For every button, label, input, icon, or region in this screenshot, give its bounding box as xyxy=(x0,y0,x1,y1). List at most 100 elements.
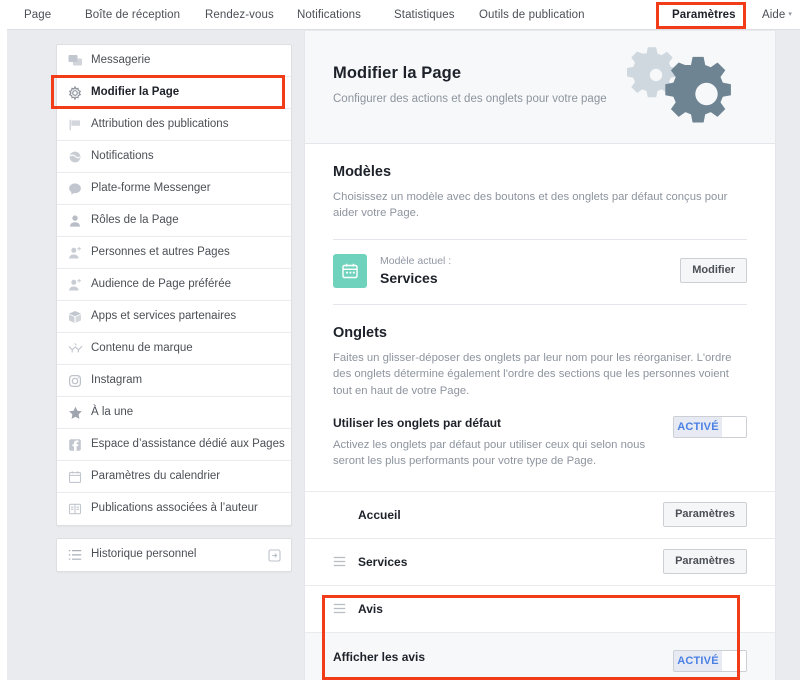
sidebar-item-label: Modifier la Page xyxy=(91,85,180,98)
nav-item-notifications[interactable]: Notifications xyxy=(297,0,361,30)
sidebar-item-espace-d-assistance-dedie-aux-pages[interactable]: Espace d’assistance dédié aux Pages xyxy=(57,429,291,461)
sidebar-item-notifications[interactable]: Notifications xyxy=(57,141,291,173)
templates-section: Modèles Choisissez un modèle avec des bo… xyxy=(305,144,775,222)
sidebar-item-label: Publications associées à l’auteur xyxy=(91,502,258,515)
nav-item-label: Statistiques xyxy=(394,9,455,21)
sidebar-item-apps-et-services-partenaires[interactable]: Apps et services partenaires xyxy=(57,301,291,333)
edit-template-button[interactable]: Modifier xyxy=(680,258,747,284)
app-root: Page Boîte de réception Rendez-vous Notific… xyxy=(0,0,800,680)
current-template-name: Services xyxy=(380,270,438,287)
box-icon xyxy=(67,309,83,325)
sidebar-item-label: Rôles de la Page xyxy=(91,213,179,226)
sidebar-item-label: Paramètres du calendrier xyxy=(91,469,221,482)
messaging-icon xyxy=(67,53,83,69)
tabs-title: Onglets xyxy=(333,324,387,341)
globe-icon xyxy=(67,149,83,165)
tabs-description: Faites un glisser-déposer des onglets pa… xyxy=(333,351,732,397)
sidebar-item-label: Messagerie xyxy=(91,53,151,66)
sidebar-item-label: Apps et services partenaires xyxy=(91,309,237,322)
main-content-panel: Modifier la Page Configurer des actions … xyxy=(304,31,776,680)
show-reviews-toggle[interactable]: ACTIVÉ xyxy=(673,649,747,672)
gear-icon xyxy=(67,85,83,101)
show-reviews-text: Afficher les avis xyxy=(333,650,659,664)
person-plus-icon xyxy=(67,245,83,261)
external-link-icon[interactable] xyxy=(267,548,281,562)
sidebar-item-label: Audience de Page préférée xyxy=(91,277,232,290)
show-reviews-setting-row: Afficher les avis ACTIVÉ xyxy=(305,649,775,672)
tab-row-services[interactable]: Services Paramètres xyxy=(305,537,775,585)
default-tabs-toggle-knob[interactable] xyxy=(722,416,746,437)
calendar-icon xyxy=(67,469,83,485)
default-tabs-setting-row: Utiliser les onglets par défaut Activez … xyxy=(305,415,775,470)
default-tabs-toggle-state: ACTIVÉ xyxy=(674,416,722,437)
drag-handle-icon[interactable] xyxy=(333,555,346,568)
chevron-down-icon: ▾ xyxy=(788,11,793,18)
current-template-text: Modèle actuel : Services xyxy=(380,255,451,286)
templates-description: Choisissez un modèle avec des boutons et… xyxy=(333,191,728,220)
tab-row-accueil[interactable]: Accueil Paramètres xyxy=(305,490,775,538)
sidebar-item-modifier-la-page[interactable]: Modifier la Page xyxy=(57,77,291,109)
current-template-row: Modèle actuel : Services Modifier xyxy=(305,240,775,304)
person-icon xyxy=(67,213,83,229)
tab-name-avis: Avis xyxy=(358,601,383,616)
sidebar-item-publications-associees-a-l-auteur[interactable]: Publications associées à l’auteur xyxy=(57,493,291,525)
tab-row-avis[interactable]: Avis xyxy=(305,584,775,632)
flag-icon xyxy=(67,117,83,133)
sidebar-item-label: Personnes et autres Pages xyxy=(91,245,230,258)
current-template-kicker: Modèle actuel : xyxy=(380,255,452,268)
nav-item-aide[interactable]: Aide ▾ xyxy=(762,0,792,30)
person-plus-icon xyxy=(67,277,83,293)
settings-sidebar: Messagerie Modifier la Page Attribution de… xyxy=(56,44,292,572)
show-reviews-toggle-knob[interactable] xyxy=(722,650,746,671)
sidebar-item-label: À la une xyxy=(91,405,134,418)
nav-item-label: Boîte de réception xyxy=(85,9,181,21)
page-header: Modifier la Page Configurer des actions … xyxy=(305,31,775,144)
sidebar-item-label: Espace d’assistance dédié aux Pages xyxy=(91,437,285,450)
gears-illustration-icon xyxy=(597,37,747,143)
sidebar-group-secondary: Historique personnel xyxy=(56,538,292,572)
sidebar-item-parametres-du-calendrier[interactable]: Paramètres du calendrier xyxy=(57,461,291,493)
facebook-icon xyxy=(67,437,83,453)
default-tabs-toggle[interactable]: ACTIVÉ xyxy=(673,415,747,438)
default-tabs-toggle-wrap: ACTIVÉ xyxy=(659,415,747,438)
drag-handle-icon[interactable] xyxy=(333,602,346,615)
tab-settings-button-accueil[interactable]: Paramètres xyxy=(663,502,747,528)
sidebar-item-roles-de-la-page[interactable]: Rôles de la Page xyxy=(57,205,291,237)
tab-settings-button-services[interactable]: Paramètres xyxy=(663,549,747,575)
tab-name-services: Services xyxy=(358,554,408,569)
tab-name-accueil: Accueil xyxy=(358,507,401,522)
default-tabs-description: Activez les onglets par défaut pour util… xyxy=(333,438,646,468)
sidebar-item-personnes-et-autres-pages[interactable]: Personnes et autres Pages xyxy=(57,237,291,269)
nav-item-statistiques[interactable]: Statistiques xyxy=(394,0,455,30)
nav-item-param-tres[interactable]: Paramètres xyxy=(672,0,736,30)
default-tabs-label: Utiliser les onglets par défaut xyxy=(333,415,502,430)
avis-settings-panel: Afficher les avis ACTIVÉ xyxy=(305,631,775,680)
templates-title: Modèles xyxy=(333,164,392,180)
nav-item-page[interactable]: Page xyxy=(24,0,51,30)
nav-item-outils-de-publication[interactable]: Outils de publication xyxy=(479,0,585,30)
nav-item-bo-te-de-r-ception[interactable]: Boîte de réception xyxy=(85,0,180,30)
sidebar-item-messagerie[interactable]: Messagerie xyxy=(57,45,291,77)
show-reviews-toggle-wrap: ACTIVÉ xyxy=(659,649,747,672)
sidebar-item-plate-forme-messenger[interactable]: Plate-forme Messenger xyxy=(57,173,291,205)
tabs-section: Onglets Faites un glisser-déposer des on… xyxy=(305,305,775,399)
sidebar-item-label: Contenu de marque xyxy=(91,341,193,354)
sidebar-item-label: Historique personnel xyxy=(91,548,197,561)
nav-item-label: Aide xyxy=(762,9,786,22)
nav-item-label: Paramètres xyxy=(672,9,736,21)
sidebar-item-a-la-une[interactable]: À la une xyxy=(57,397,291,429)
sidebar-item-audience-de-page-preferee[interactable]: Audience de Page préférée xyxy=(57,269,291,301)
sidebar-item-contenu-de-marque[interactable]: Contenu de marque xyxy=(57,333,291,365)
sidebar-item-label: Attribution des publications xyxy=(91,117,229,130)
show-reviews-label: Afficher les avis xyxy=(333,649,426,664)
star-icon xyxy=(67,405,83,421)
sidebar-item-historique-personnel[interactable]: Historique personnel xyxy=(57,539,291,571)
sidebar-item-instagram[interactable]: Instagram xyxy=(57,365,291,397)
show-reviews-toggle-state: ACTIVÉ xyxy=(674,650,722,671)
chat-bubble-icon xyxy=(67,181,83,197)
calendar-template-icon xyxy=(333,253,367,288)
nav-item-rendez-vous[interactable]: Rendez-vous xyxy=(205,0,274,30)
default-tabs-text: Utiliser les onglets par défaut Activez … xyxy=(333,416,659,470)
sidebar-item-attribution-des-publications[interactable]: Attribution des publications xyxy=(57,109,291,141)
nav-item-label: Notifications xyxy=(297,9,361,21)
